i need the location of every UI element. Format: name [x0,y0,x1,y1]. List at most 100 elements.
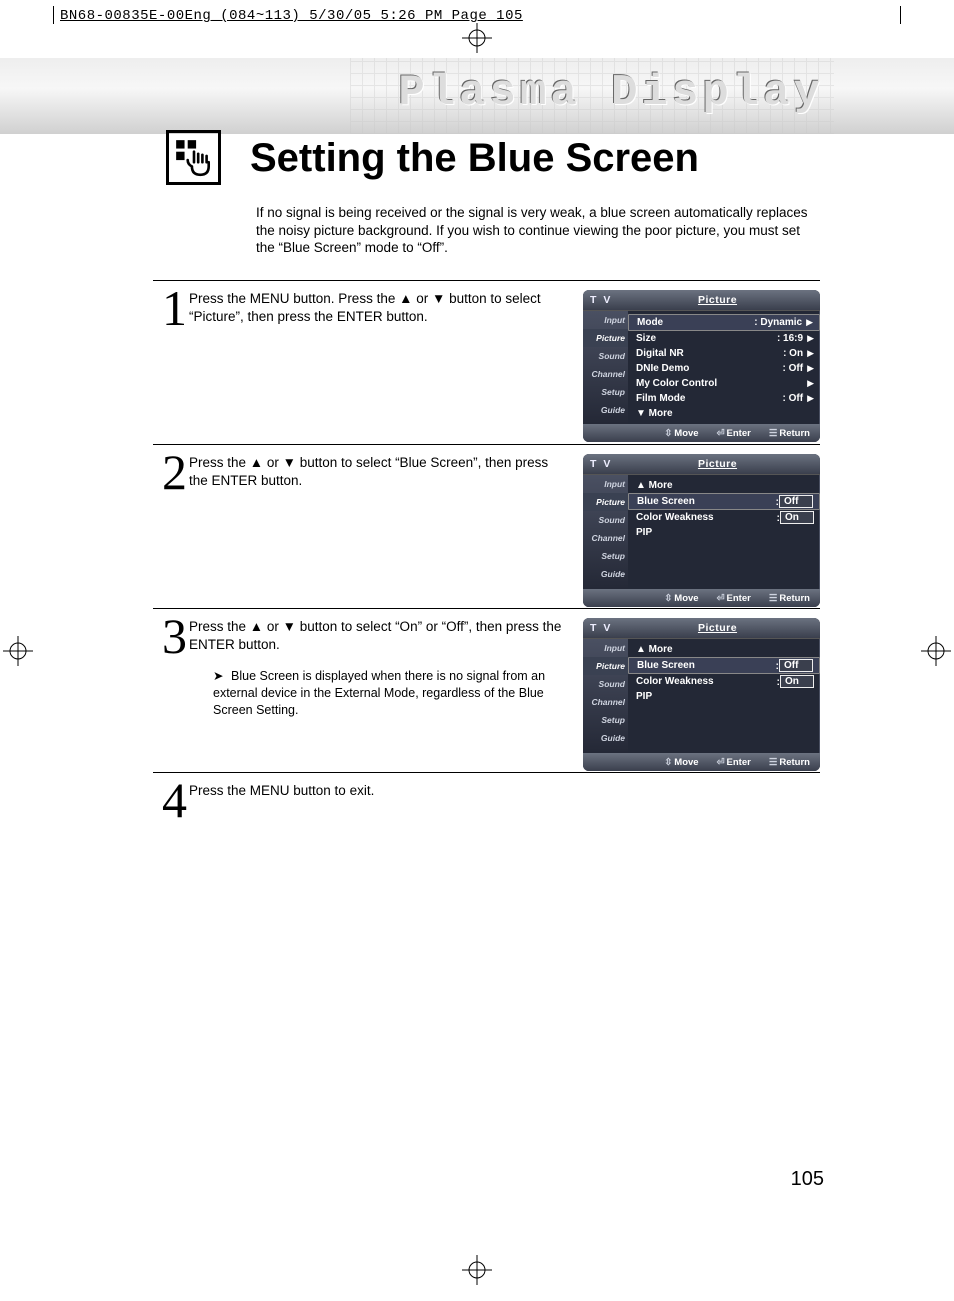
osd-sidebar-sound: Sound [583,347,628,365]
osd-menu-list: Mode: Dynamic▶Size: 16:9▶Digital NR: On▶… [628,311,820,424]
osd-row-value: : On [783,348,807,359]
osd-row-value: : Off [783,363,808,374]
osd-row-label: DNIe Demo [636,363,783,374]
osd-footer: ⇳Move ⏎Enter ☰Return [583,589,820,607]
osd-row: ▼ More [636,406,814,421]
osd-sidebar-setup: Setup [583,547,628,565]
step-number-3: 3 [153,614,187,659]
osd-menu-list: ▲ More Blue Screen: OffColor Weakness: On… [628,475,820,589]
osd-footer: ⇳Move ⏎Enter ☰Return [583,753,820,771]
osd-sidebar-picture: Picture [583,657,628,675]
osd-row-label: ▲ More [636,480,810,491]
osd-row: Color Weakness: On [636,510,814,525]
osd-title: Picture [635,622,800,634]
caret-right-icon: ▶ [807,378,814,389]
osd-sidebar-input: Input [583,639,628,657]
osd-row-label: Blue Screen [637,660,776,671]
osd-sidebar-input: Input [583,475,628,493]
osd-row-value: : Off [783,393,808,404]
osd-row-label: PIP [636,691,810,702]
registration-mark-left [3,636,33,666]
osd-row-label: Mode [637,317,754,328]
osd-sidebar-guide: Guide [583,729,628,747]
step-3-note: ➤Blue Screen is displayed when there is … [213,668,573,719]
osd-sidebar-sound: Sound [583,675,628,693]
print-slug: BN68-00835E-00Eng_(084~113) 5/30/05 5:26… [60,8,523,24]
osd-sidebar-channel: Channel [583,529,628,547]
banner-title: Plasma Display [398,68,824,118]
caret-right-icon: ▶ [807,333,814,344]
osd-sidebar-guide: Guide [583,565,628,583]
step-number-1: 1 [153,286,187,331]
osd-row-value: : 16:9 [777,333,807,344]
registration-mark-bottom [462,1255,492,1285]
intro-paragraph: If no signal is being received or the si… [256,204,814,257]
divider [153,772,820,773]
step-2-text: Press the ▲ or ▼ button to select “Blue … [189,454,564,490]
caret-right-icon: ▶ [806,317,813,328]
osd-row: Film Mode: Off▶ [636,391,814,406]
note-arrow-icon: ➤ [213,668,231,685]
page-number: 105 [791,1168,824,1191]
divider [153,444,820,445]
osd-row: ▲ More [636,642,814,657]
osd-row: Mode: Dynamic▶ [628,314,820,331]
osd-row: Blue Screen: Off [628,493,820,510]
osd-row-label: Color Weakness [636,512,777,523]
divider [153,280,820,281]
osd-tv-label: T V [583,294,635,306]
osd-sidebar-setup: Setup [583,383,628,401]
osd-sidebar-channel: Channel [583,365,628,383]
step-3-text: Press the ▲ or ▼ button to select “On” o… [189,618,564,654]
osd-row-value: Off [779,659,813,672]
osd-sidebar-input: Input [583,311,628,329]
osd-row-label: Digital NR [636,348,783,359]
osd-title: Picture [635,458,800,470]
osd-row-value: On [780,675,814,688]
osd-tv-label: T V [583,458,635,470]
osd-row-value: : Dynamic [754,317,806,328]
osd-row: DNIe Demo: Off▶ [636,361,814,376]
caret-right-icon: ▶ [807,363,814,374]
osd-row-label: PIP [636,527,810,538]
osd-row: PIP [636,525,814,540]
osd-row: PIP [636,689,814,704]
osd-footer: ⇳Move ⏎Enter ☰Return [583,424,820,442]
osd-screenshot-3: T VPicture InputPictureSoundChannelSetup… [583,618,820,771]
osd-row-label: Size [636,333,777,344]
osd-menu-list: ▲ More Blue Screen: OffColor Weakness: On… [628,639,820,753]
osd-sidebar: InputPictureSoundChannelSetupGuide [583,475,628,589]
osd-row: My Color Control ▶ [636,376,814,391]
osd-row-label: ▼ More [636,408,810,419]
osd-sidebar-sound: Sound [583,511,628,529]
osd-sidebar-channel: Channel [583,693,628,711]
osd-sidebar-guide: Guide [583,401,628,419]
osd-sidebar-picture: Picture [583,493,628,511]
osd-row-label: Blue Screen [637,496,776,507]
osd-row-label: Color Weakness [636,676,777,687]
osd-row: Color Weakness: On [636,674,814,689]
settings-hand-icon [166,130,221,185]
osd-row: Digital NR: On▶ [636,346,814,361]
chapter-banner: Plasma Display [0,58,954,134]
caret-right-icon: ▶ [807,393,814,404]
osd-row: ▲ More [636,478,814,493]
page-title: Setting the Blue Screen [250,136,699,181]
osd-screenshot-1: T VPicture InputPictureSoundChannelSetup… [583,290,820,442]
divider [153,608,820,609]
osd-row: Size: 16:9▶ [636,331,814,346]
registration-mark-right [921,636,951,666]
osd-screenshot-2: T VPicture InputPictureSoundChannelSetup… [583,454,820,607]
osd-row-label: My Color Control [636,378,803,389]
osd-tv-label: T V [583,622,635,634]
osd-sidebar-picture: Picture [583,329,628,347]
osd-row-label: ▲ More [636,644,810,655]
osd-row-value: On [780,511,814,524]
osd-row-value: Off [779,495,813,508]
osd-row-label: Film Mode [636,393,783,404]
osd-row: Blue Screen: Off [628,657,820,674]
registration-mark-top [462,23,492,53]
osd-title: Picture [635,294,800,306]
osd-sidebar: InputPictureSoundChannelSetupGuide [583,639,628,753]
step-number-4: 4 [153,778,187,823]
